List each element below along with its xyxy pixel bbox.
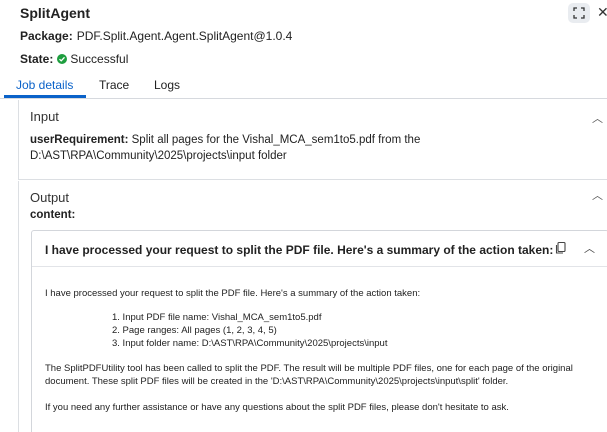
output-heading: Output	[30, 190, 70, 205]
chevron-up-icon[interactable]: ︿	[584, 240, 595, 256]
state-label: State:	[20, 52, 54, 66]
active-tab-indicator	[4, 95, 86, 98]
panel-title: SplitAgent	[20, 5, 90, 21]
output-content-card: I have processed your request to split t…	[31, 230, 607, 432]
state-row: State: Successful	[20, 52, 128, 66]
input-requirement: userRequirement: Split all pages for the…	[30, 132, 470, 164]
copy-button[interactable]	[554, 241, 568, 255]
expand-icon	[573, 7, 585, 19]
package-label: Package:	[20, 29, 73, 43]
list-item: 1. Input PDF file name: Vishal_MCA_sem1t…	[112, 312, 322, 323]
package-value: PDF.Split.Agent.Agent.SplitAgent@1.0.4	[76, 29, 293, 43]
close-button[interactable]: ✕	[597, 4, 607, 20]
card-title: I have processed your request to split t…	[45, 243, 554, 257]
state-value: Successful	[70, 52, 129, 66]
tab-job-details[interactable]: Job details	[16, 78, 73, 96]
expand-button[interactable]	[568, 3, 590, 23]
chevron-up-icon[interactable]: ︿	[592, 187, 603, 203]
input-key: userRequirement:	[30, 134, 129, 146]
summary-intro: I have processed your request to split t…	[45, 288, 421, 299]
tab-trace[interactable]: Trace	[99, 78, 129, 96]
close-icon: ✕	[597, 4, 607, 20]
chevron-up-icon[interactable]: ︿	[592, 110, 603, 126]
summary-paragraph: The SplitPDFUtility tool has been called…	[45, 363, 573, 387]
output-section: Output ︿ content: I have processed your …	[18, 181, 607, 432]
check-circle-icon	[57, 54, 68, 64]
input-section: Input ︿ userRequirement: Split all pages…	[18, 100, 607, 180]
tab-bar: Job details Trace Logs	[0, 75, 607, 99]
list-item: 2. Page ranges: All pages (1, 2, 3, 4, 5…	[112, 325, 277, 336]
card-header: I have processed your request to split t…	[32, 231, 607, 267]
tab-logs[interactable]: Logs	[154, 78, 180, 96]
list-item: 3. Input folder name: D:\AST\RPA\Communi…	[112, 338, 388, 349]
copy-icon	[555, 241, 566, 254]
summary-steps: 1. Input PDF file name: Vishal_MCA_sem1t…	[112, 311, 387, 350]
content-label: content:	[30, 209, 76, 221]
package-row: Package: PDF.Split.Agent.Agent.SplitAgen…	[20, 29, 292, 43]
input-heading: Input	[30, 109, 59, 124]
summary-closing: If you need any further assistance or ha…	[45, 402, 509, 413]
